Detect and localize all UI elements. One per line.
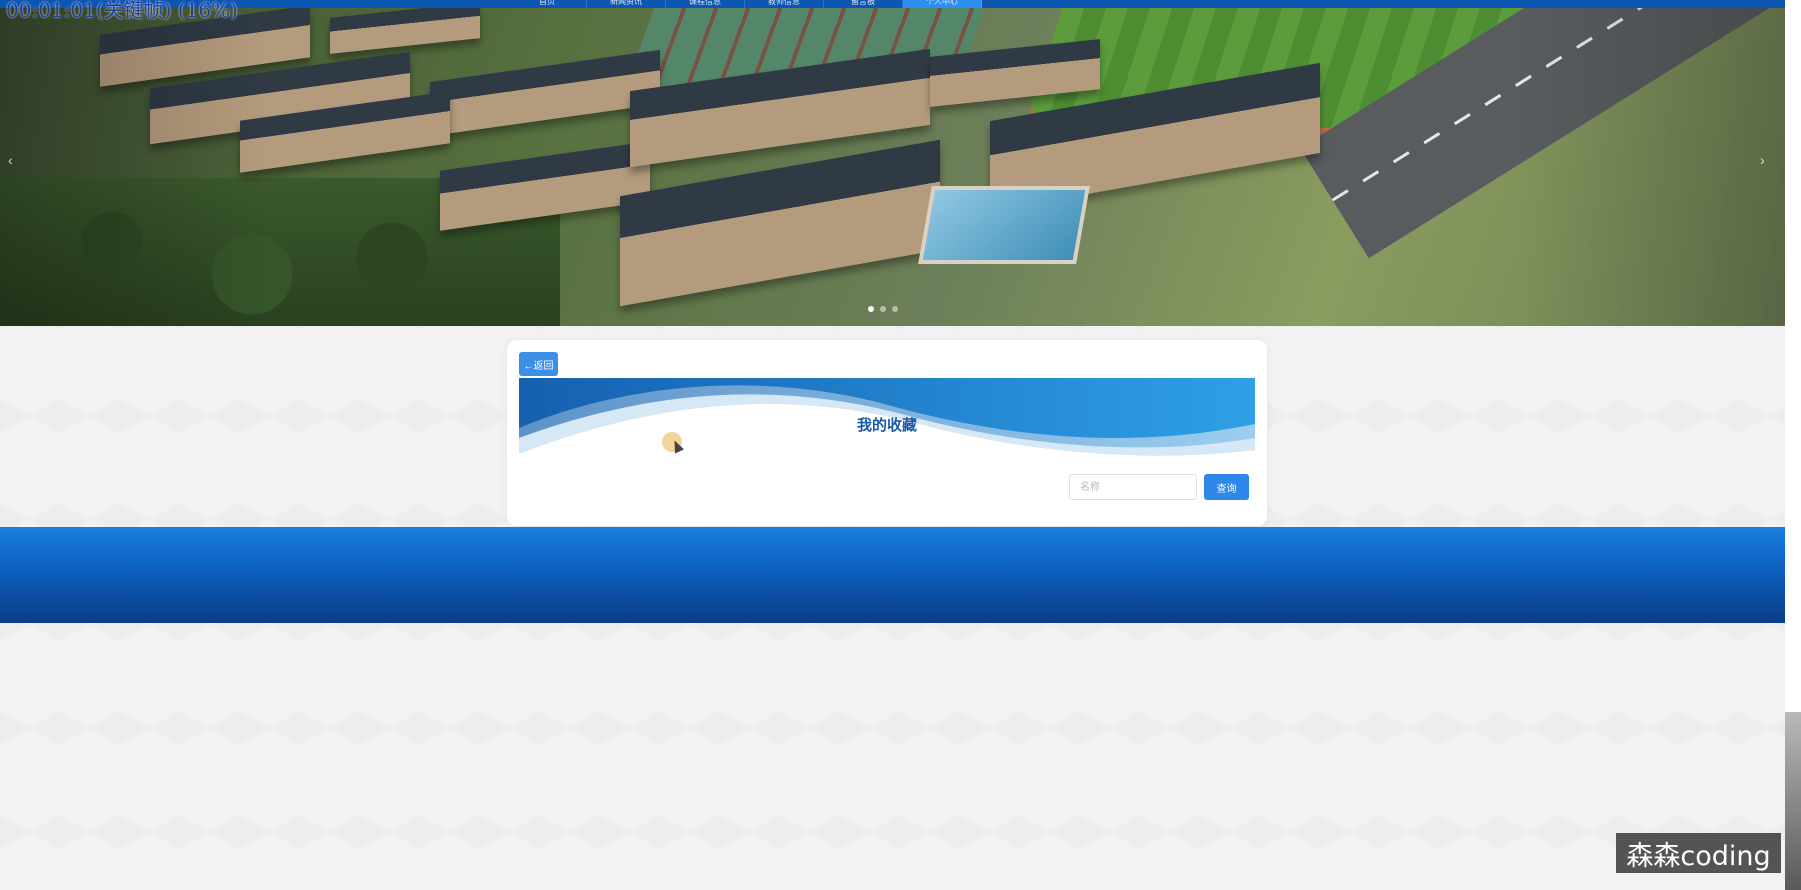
hero-shade [0,8,1785,326]
page-title: 我的收藏 [856,417,917,434]
carousel-dot[interactable] [868,306,874,312]
search-button[interactable]: 查询 [1204,474,1249,500]
nav-item-courses[interactable]: 课程信息 [666,0,745,8]
nav-items: 首页 新闻资讯 课程信息 教师信息 留言板 个人中心 [508,0,982,8]
hero-carousel [0,8,1785,326]
carousel-indicators [868,306,898,312]
top-navigation: 首页 新闻资讯 课程信息 教师信息 留言板 个人中心 [0,0,1785,8]
nav-item-home[interactable]: 首页 [508,0,587,8]
watermark: 森森coding [1616,833,1781,873]
carousel-prev-icon[interactable]: ‹ [8,152,13,168]
search-input[interactable] [1069,474,1197,500]
nav-item-teachers[interactable]: 教师信息 [745,0,824,8]
video-timecode-overlay: 00:01:01(关键帧) (16%) [6,0,238,22]
footer-band [0,527,1785,623]
nav-item-news[interactable]: 新闻资讯 [587,0,666,8]
nav-item-messages[interactable]: 留言板 [824,0,903,8]
favorites-card: ←返回 我的收藏 查询 [507,340,1267,526]
carousel-dot[interactable] [892,306,898,312]
nav-item-profile[interactable]: 个人中心 [903,0,982,8]
scrollbar-thumb[interactable] [1785,712,1801,890]
title-banner: 我的收藏 [519,378,1255,472]
back-button[interactable]: ←返回 [519,352,558,376]
carousel-next-icon[interactable]: › [1760,152,1765,168]
carousel-dot[interactable] [880,306,886,312]
